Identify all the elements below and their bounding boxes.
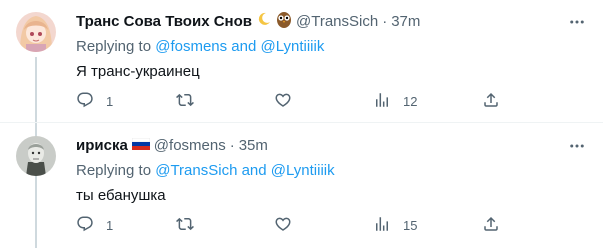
crescent-moon-icon bbox=[256, 11, 272, 33]
replying-to: Replying to @fosmens and @Lyntiiiik bbox=[76, 37, 324, 57]
reply-count: 1 bbox=[106, 93, 114, 109]
view-count: 15 bbox=[403, 217, 418, 233]
replying-to-users-link[interactable]: @TransSich and @Lyntiiiik bbox=[155, 162, 334, 179]
display-name[interactable]: Транс Сова Твоих Снов bbox=[76, 12, 252, 32]
russia-flag-icon bbox=[131, 136, 151, 156]
user-handle[interactable]: @TransSich bbox=[296, 12, 378, 32]
heart-icon bbox=[274, 215, 292, 236]
views-button[interactable]: 15 bbox=[373, 215, 417, 235]
timestamp[interactable]: 37m bbox=[391, 12, 420, 32]
reply-button[interactable]: 1 bbox=[76, 91, 113, 111]
tweet-header: ириска @fosmens · 35m bbox=[76, 136, 268, 156]
separator-dot: · bbox=[229, 137, 235, 154]
reply-button[interactable]: 1 bbox=[76, 215, 113, 235]
views-chart-icon bbox=[373, 215, 391, 236]
replying-to-label: Replying to bbox=[76, 38, 152, 55]
retweet-button[interactable] bbox=[176, 91, 206, 111]
tweet-2[interactable]: ириска @fosmens · 35m Replying to @Trans… bbox=[0, 123, 603, 248]
like-button[interactable] bbox=[274, 215, 304, 235]
share-icon bbox=[482, 91, 500, 112]
tweet-1[interactable]: Транс Сова Твоих Снов @TransSich · 37m R… bbox=[0, 0, 603, 123]
heart-icon bbox=[274, 91, 292, 112]
share-icon bbox=[482, 215, 500, 236]
replying-to-label: Replying to bbox=[76, 162, 152, 179]
tweet-actions: 1 15 bbox=[76, 215, 516, 235]
like-button[interactable] bbox=[274, 91, 304, 111]
avatar[interactable] bbox=[16, 12, 56, 52]
views-button[interactable]: 12 bbox=[373, 91, 417, 111]
tweet-actions: 1 12 bbox=[76, 91, 516, 111]
retweet-icon bbox=[176, 215, 194, 236]
retweet-icon bbox=[176, 91, 194, 112]
separator-dot: · bbox=[382, 13, 388, 30]
views-chart-icon bbox=[373, 91, 391, 112]
display-name[interactable]: ириска bbox=[76, 136, 128, 156]
more-options-icon[interactable] bbox=[567, 12, 587, 32]
retweet-button[interactable] bbox=[176, 215, 206, 235]
tweet-header: Транс Сова Твоих Снов @TransSich · 37m bbox=[76, 12, 420, 32]
share-button[interactable] bbox=[482, 91, 500, 111]
user-handle[interactable]: @fosmens bbox=[154, 136, 226, 156]
view-count: 12 bbox=[403, 93, 418, 109]
more-options-icon[interactable] bbox=[567, 136, 587, 156]
owl-icon bbox=[276, 10, 292, 34]
timestamp[interactable]: 35m bbox=[239, 136, 268, 156]
avatar[interactable] bbox=[16, 136, 56, 176]
reply-icon bbox=[76, 215, 94, 236]
reply-icon bbox=[76, 91, 94, 112]
replying-to-users-link[interactable]: @fosmens and @Lyntiiiik bbox=[155, 38, 324, 55]
reply-count: 1 bbox=[106, 217, 114, 233]
tweet-text: ты ебанушка bbox=[76, 187, 166, 204]
tweet-text: Я транс-украинец bbox=[76, 63, 200, 80]
share-button[interactable] bbox=[482, 215, 500, 235]
replying-to: Replying to @TransSich and @Lyntiiiik bbox=[76, 161, 335, 181]
